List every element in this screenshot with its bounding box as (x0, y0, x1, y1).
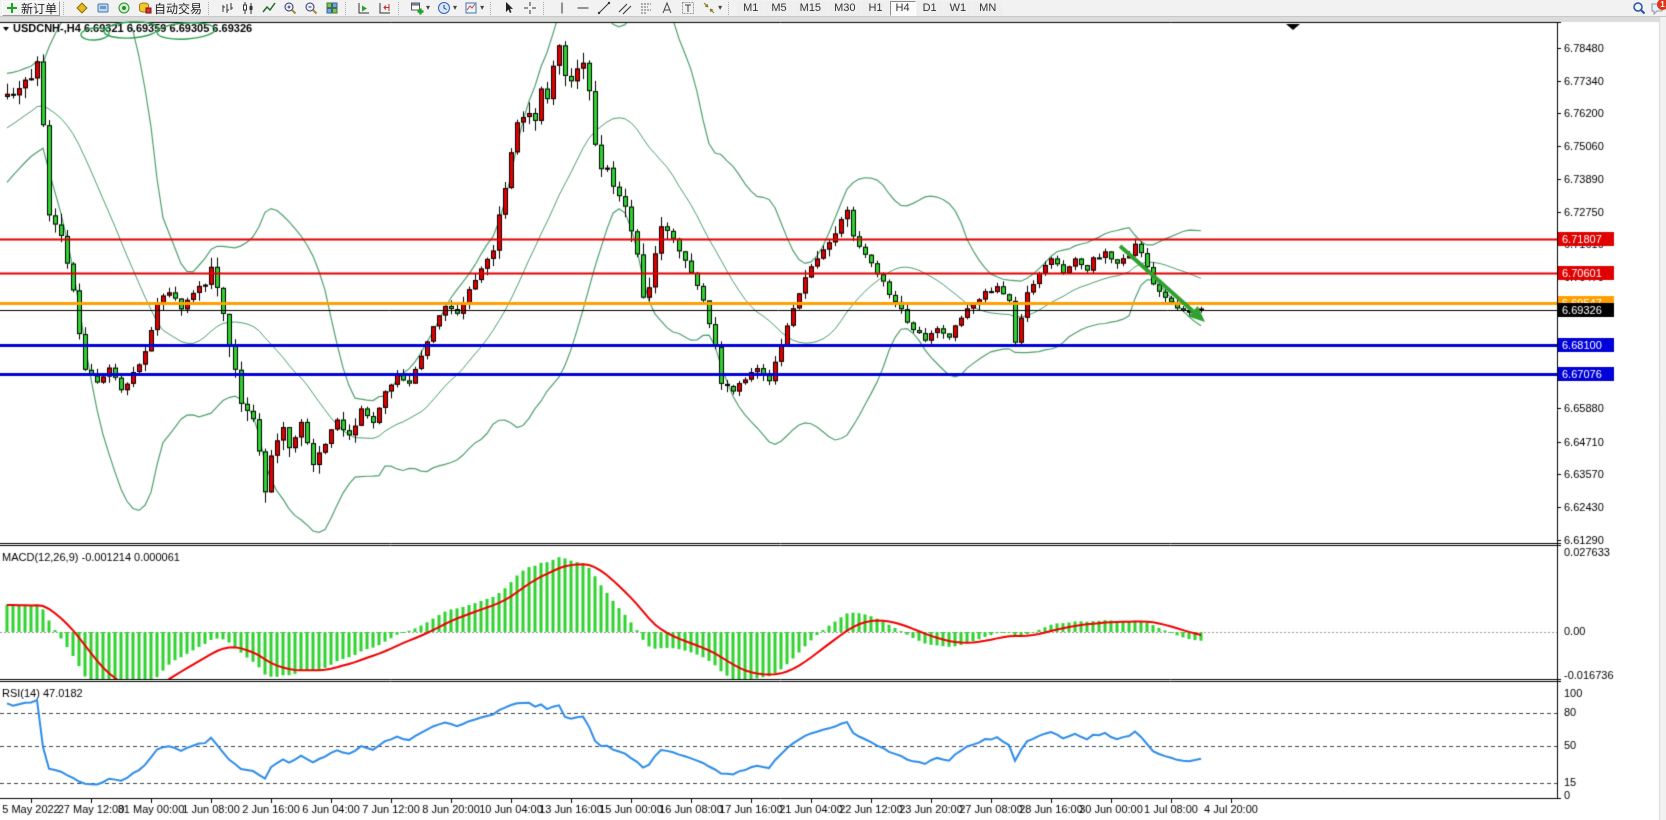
timeframe-m5-button[interactable]: M5 (765, 1, 792, 16)
signals-button[interactable] (114, 1, 134, 16)
zoom-out-button[interactable] (301, 1, 321, 16)
mt4-window: 新订单 自动交易 (0, 0, 1666, 820)
channel-button[interactable] (615, 1, 635, 16)
text-label-icon (681, 1, 695, 15)
notifications-button[interactable]: 1 (1650, 1, 1664, 15)
templates-icon (464, 1, 478, 15)
toolbar-grip (63, 2, 69, 15)
vertical-line-icon (555, 1, 569, 15)
crosshair-icon (523, 1, 537, 15)
timeframe-mn-button[interactable]: MN (973, 1, 1002, 16)
new-order-label: 新订单 (21, 0, 57, 17)
auto-scroll-button[interactable] (354, 1, 374, 16)
toolbar-grip (490, 2, 496, 15)
chevron-down-icon: ▾ (426, 1, 430, 15)
arrows-icon (702, 1, 716, 15)
horizontal-line-button[interactable] (573, 1, 593, 16)
chevron-down-icon: ▾ (480, 1, 484, 15)
signals-icon (117, 1, 131, 15)
chart-shift-button[interactable] (375, 1, 395, 16)
timeframe-m15-button[interactable]: M15 (794, 1, 827, 16)
metaeditor-button[interactable] (72, 1, 92, 16)
clock-icon (437, 1, 451, 15)
timeframe-h1-button[interactable]: H1 (862, 1, 888, 16)
timeframe-w1-button[interactable]: W1 (944, 1, 973, 16)
toolbar-grip (398, 2, 404, 15)
candlestick-chart-button[interactable] (238, 1, 258, 16)
terminal-button[interactable] (93, 1, 113, 16)
fibonacci-icon (639, 1, 653, 15)
chart-shift-icon (378, 1, 392, 15)
search-button[interactable] (1629, 1, 1649, 16)
search-icon (1632, 1, 1646, 15)
line-chart-button[interactable] (259, 1, 279, 16)
crosshair-button[interactable] (520, 1, 540, 16)
new-order-button[interactable]: 新订单 (2, 1, 60, 16)
zoom-out-icon (304, 1, 318, 15)
tile-windows-button[interactable] (322, 1, 342, 16)
terminal-icon (96, 1, 110, 15)
toolbar-grip (208, 2, 214, 15)
notification-badge: 1 (1657, 0, 1666, 10)
zoom-in-icon (283, 1, 297, 15)
bar-chart-icon (220, 1, 234, 15)
channel-icon (618, 1, 632, 15)
templates-button[interactable]: ▾ (461, 1, 487, 16)
text-icon (660, 1, 674, 15)
timeframe-d1-button[interactable]: D1 (917, 1, 943, 16)
vertical-line-button[interactable] (552, 1, 572, 16)
toolbar-grip (345, 2, 351, 15)
chevron-down-icon: ▾ (718, 1, 722, 15)
timeframe-h4-button[interactable]: H4 (890, 1, 916, 16)
cursor-button[interactable] (499, 1, 519, 16)
candlestick-chart-icon (241, 1, 255, 15)
periods-button[interactable]: ▾ (434, 1, 460, 16)
bar-chart-button[interactable] (217, 1, 237, 16)
text-button[interactable] (657, 1, 677, 16)
arrows-button[interactable]: ▾ (699, 1, 725, 16)
autotrading-icon (138, 1, 152, 15)
toolbar-grip (543, 2, 549, 15)
toolbar-grip (728, 2, 734, 15)
new-chart-icon (410, 1, 424, 15)
autotrading-button[interactable]: 自动交易 (135, 1, 205, 16)
new-chart-button[interactable]: ▾ (407, 1, 433, 16)
tile-windows-icon (325, 1, 339, 15)
fibonacci-button[interactable] (636, 1, 656, 16)
trendline-icon (597, 1, 611, 15)
chart-canvas[interactable] (0, 0, 1666, 820)
editor-icon (75, 1, 89, 15)
cursor-icon (502, 1, 516, 15)
timeframe-m1-button[interactable]: M1 (737, 1, 764, 16)
autotrading-label: 自动交易 (154, 0, 202, 17)
chevron-down-icon: ▾ (453, 1, 457, 15)
auto-scroll-icon (357, 1, 371, 15)
text-label-button[interactable] (678, 1, 698, 16)
horizontal-line-icon (576, 1, 590, 15)
timeframe-m30-button[interactable]: M30 (828, 1, 861, 16)
line-chart-icon (262, 1, 276, 15)
zoom-in-button[interactable] (280, 1, 300, 16)
plus-icon (5, 1, 19, 15)
trendline-button[interactable] (594, 1, 614, 16)
toolbar: 新订单 自动交易 (0, 0, 1666, 17)
